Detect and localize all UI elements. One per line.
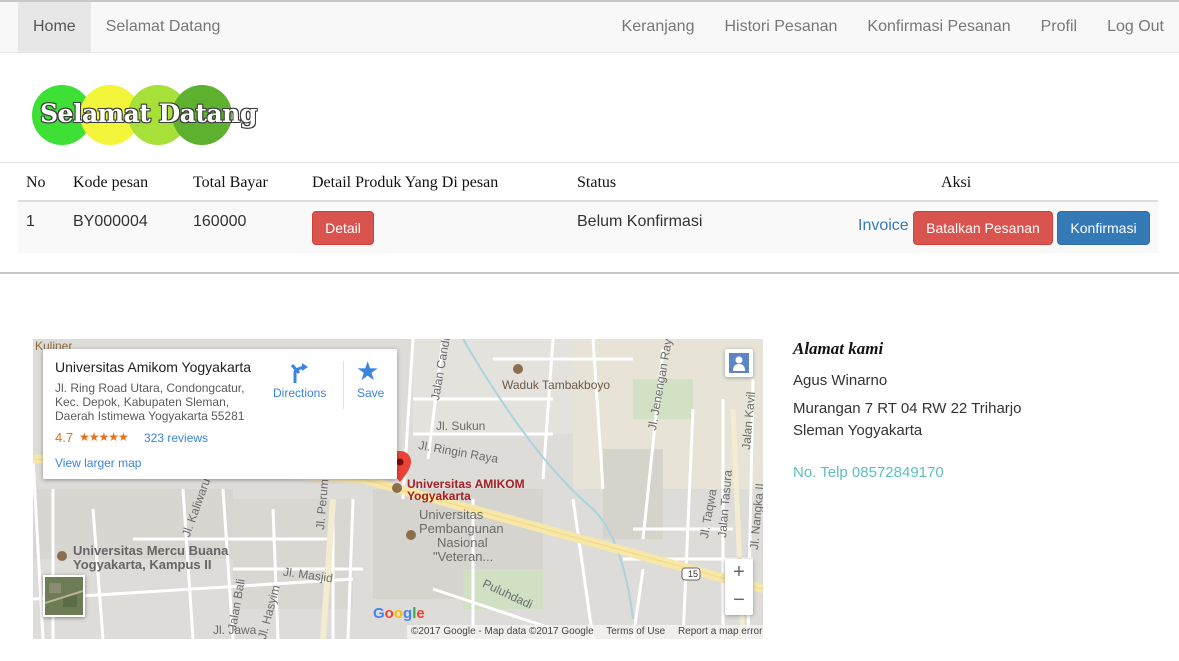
- zoom-out-button[interactable]: −: [725, 587, 753, 615]
- place-address: Jl. Ring Road Utara, Condongcatur, Kec. …: [55, 381, 245, 423]
- cell-kode-pesan: BY000004: [73, 213, 148, 230]
- poi-upn-line3: Nasional: [437, 535, 488, 550]
- terms-of-use-link[interactable]: Terms of Use: [606, 626, 665, 637]
- zoom-controls: + −: [725, 559, 753, 615]
- section-divider: [0, 272, 1179, 274]
- nav-profil[interactable]: Profil: [1026, 2, 1092, 53]
- satellite-toggle-thumbnail[interactable]: [43, 575, 85, 617]
- confirm-button[interactable]: Konfirmasi: [1057, 211, 1150, 245]
- poi-amikom-line2: Yogyakarta: [407, 489, 471, 503]
- detail-button[interactable]: Detail: [312, 211, 374, 245]
- google-logo: Google: [373, 605, 425, 622]
- address-line-1: Murangan 7 RT 04 RW 22 Triharjo: [793, 400, 1022, 417]
- poi-upn-line2: Pembangunan: [419, 521, 504, 536]
- nav-left: Home Selamat Datang: [18, 2, 235, 53]
- nav-selamat-datang[interactable]: Selamat Datang: [91, 2, 236, 53]
- welcome-logo: Selamat Datang: [32, 85, 257, 147]
- col-header-kode: Kode pesan: [73, 174, 149, 191]
- col-header-aksi: Aksi: [941, 174, 972, 191]
- address-line-2: Sleman Yogyakarta: [793, 422, 923, 439]
- cell-total-bayar: 160000: [193, 213, 247, 230]
- star-icon[interactable]: ★: [356, 357, 379, 385]
- info-card-divider: [343, 361, 344, 409]
- col-header-detail: Detail Produk Yang Di pesan: [312, 174, 499, 191]
- poi-mercu-line1: Universitas Mercu Buana: [73, 543, 229, 558]
- poi-upn-line4: "Veteran...: [433, 549, 494, 564]
- street-view-pegman-icon[interactable]: [725, 349, 753, 377]
- place-info-card: Universitas Amikom Yogyakarta Jl. Ring R…: [43, 349, 397, 479]
- place-name: Universitas Amikom Yogyakarta: [55, 359, 252, 375]
- poi-waduk: Waduk Tambakboyo: [502, 378, 611, 392]
- zoom-in-button[interactable]: +: [725, 559, 753, 587]
- logo-text: Selamat Datang: [40, 99, 257, 128]
- navbar: Home Selamat Datang Keranjang Histori Pe…: [0, 0, 1179, 53]
- col-header-status: Status: [577, 174, 617, 191]
- nav-konfirmasi-pesanan[interactable]: Konfirmasi Pesanan: [852, 2, 1025, 53]
- view-larger-map-link[interactable]: View larger map: [55, 456, 141, 470]
- report-map-error-link[interactable]: Report a map error: [678, 626, 762, 637]
- col-header-no: No: [26, 174, 46, 191]
- map-label-jl-jawa: Jl. Jawa: [213, 623, 257, 637]
- directions-link[interactable]: Directions: [273, 386, 326, 400]
- nav-keranjang[interactable]: Keranjang: [607, 2, 710, 53]
- rating-stars-icon: ★★★★★: [79, 430, 129, 444]
- nav-log-out[interactable]: Log Out: [1092, 2, 1179, 53]
- address-heading: Alamat kami: [793, 339, 884, 358]
- cell-status: Belum Konfirmasi: [577, 213, 703, 230]
- route-shield-label: 15: [687, 569, 698, 579]
- address-name: Agus Winarno: [793, 372, 888, 389]
- table-top-border: [0, 162, 1179, 163]
- place-rating: 4.7: [55, 430, 74, 445]
- save-link[interactable]: Save: [357, 386, 384, 400]
- poi-mercu-line2: Yogyakarta, Kampus II: [73, 557, 212, 572]
- invoice-link[interactable]: Invoice: [858, 217, 909, 235]
- col-header-total: Total Bayar: [193, 174, 268, 191]
- map-data-attribution: ©2017 Google - Map data ©2017 Google: [411, 626, 594, 637]
- embedded-map[interactable]: Kuliner Waduk Tambakboyo Universitas AMI…: [33, 339, 763, 639]
- directions-icon[interactable]: [289, 361, 311, 385]
- nav-histori-pesanan[interactable]: Histori Pesanan: [709, 2, 852, 53]
- cancel-order-button[interactable]: Batalkan Pesanan: [913, 211, 1053, 245]
- cell-no: 1: [26, 213, 35, 230]
- map-label-jl-sukun: Jl. Sukun: [436, 419, 486, 433]
- reviews-link[interactable]: 323 reviews: [144, 431, 208, 445]
- poi-upn-line1: Universitas: [419, 507, 484, 522]
- nav-right: Keranjang Histori Pesanan Konfirmasi Pes…: [607, 2, 1179, 53]
- map-attribution: ©2017 Google - Map data ©2017 Google Ter…: [407, 625, 763, 639]
- nav-home[interactable]: Home: [18, 2, 91, 53]
- address-phone: No. Telp 08572849170: [793, 464, 944, 481]
